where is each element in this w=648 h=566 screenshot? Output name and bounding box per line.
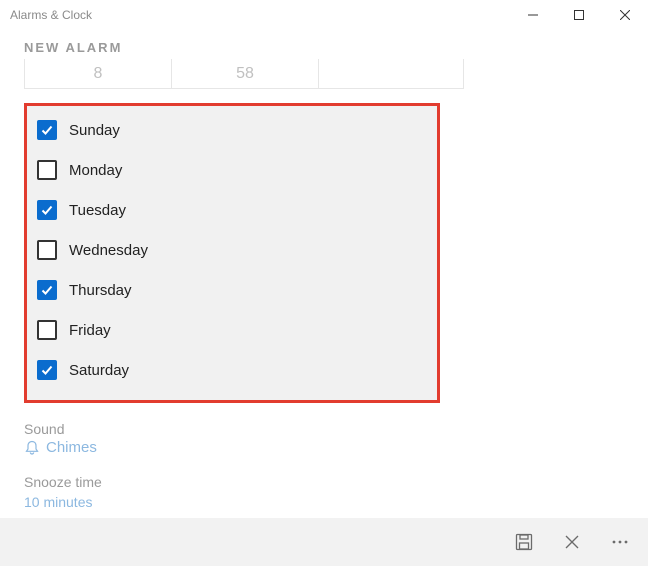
sound-section-label: Sound xyxy=(0,403,648,439)
day-checkbox[interactable] xyxy=(37,200,57,220)
bell-icon xyxy=(24,440,40,456)
check-icon xyxy=(40,363,54,377)
day-checkbox[interactable] xyxy=(37,360,57,380)
time-minute[interactable]: 58 xyxy=(172,59,319,88)
app-title: Alarms & Clock xyxy=(10,8,510,22)
day-row: Thursday xyxy=(27,270,437,310)
maximize-icon xyxy=(574,10,584,20)
day-row: Monday xyxy=(27,150,437,190)
save-button[interactable] xyxy=(500,518,548,566)
day-label: Tuesday xyxy=(69,202,126,219)
check-icon xyxy=(40,203,54,217)
time-hour[interactable]: 8 xyxy=(25,59,172,88)
day-label: Monday xyxy=(69,162,122,179)
day-row: Saturday xyxy=(27,350,437,390)
title-bar: Alarms & Clock xyxy=(0,0,648,30)
cancel-button[interactable] xyxy=(548,518,596,566)
more-icon xyxy=(611,539,629,545)
day-checkbox[interactable] xyxy=(37,280,57,300)
more-button[interactable] xyxy=(596,518,644,566)
day-checkbox[interactable] xyxy=(37,320,57,340)
app-bar xyxy=(0,518,648,566)
close-icon xyxy=(565,535,579,549)
day-label: Thursday xyxy=(69,282,132,299)
day-row: Sunday xyxy=(27,110,437,150)
day-label: Sunday xyxy=(69,122,120,139)
minimize-button[interactable] xyxy=(510,0,556,30)
page-title: NEW ALARM xyxy=(0,30,648,59)
snooze-picker[interactable]: 10 minutes xyxy=(0,492,648,510)
day-label: Friday xyxy=(69,322,111,339)
snooze-section-label: Snooze time xyxy=(0,456,648,492)
check-icon xyxy=(40,123,54,137)
day-checkbox[interactable] xyxy=(37,160,57,180)
day-checkbox[interactable] xyxy=(37,240,57,260)
sound-picker[interactable]: Chimes xyxy=(0,439,648,456)
day-label: Saturday xyxy=(69,362,129,379)
check-icon xyxy=(40,283,54,297)
day-row: Tuesday xyxy=(27,190,437,230)
sound-value: Chimes xyxy=(46,439,97,456)
day-row: Friday xyxy=(27,310,437,350)
save-icon xyxy=(515,533,533,551)
maximize-button[interactable] xyxy=(556,0,602,30)
time-ampm[interactable] xyxy=(319,59,463,88)
day-checkbox[interactable] xyxy=(37,120,57,140)
day-row: Wednesday xyxy=(27,230,437,270)
repeat-days-panel: Sunday Monday Tuesday Wednesday Thursday Frid… xyxy=(24,103,440,403)
day-label: Wednesday xyxy=(69,242,148,259)
close-window-button[interactable] xyxy=(602,0,648,30)
minimize-icon xyxy=(528,10,538,20)
time-picker[interactable]: 8 58 xyxy=(24,59,464,89)
close-icon xyxy=(620,10,630,20)
